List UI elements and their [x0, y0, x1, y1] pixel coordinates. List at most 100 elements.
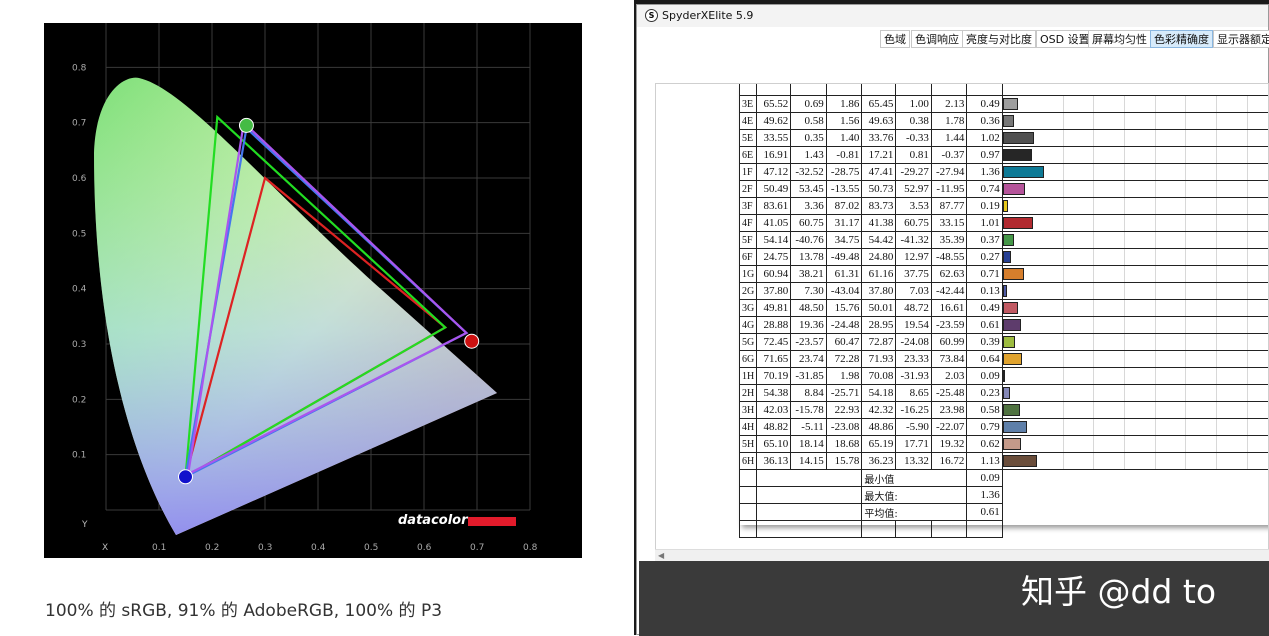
- scroll-left-icon[interactable]: ◀: [658, 551, 664, 560]
- reference-value: 42.03: [756, 401, 792, 419]
- measured-value: 83.73: [861, 197, 897, 215]
- bar-gridline: [1123, 385, 1125, 401]
- y-axis-label: Y: [81, 520, 88, 530]
- reference-value: 15.76: [825, 299, 863, 317]
- bar-gridline: [1154, 164, 1156, 180]
- delta-e-bar-cell: [1001, 418, 1268, 436]
- tab-brightness-contrast[interactable]: 亮度与对比度: [962, 30, 1036, 48]
- measured-value: 1.44: [930, 129, 968, 147]
- bar-gridline: [1123, 249, 1125, 265]
- delta-e-bar: [1002, 319, 1022, 331]
- bar-gridline: [1215, 419, 1217, 435]
- measured-value: 62.63: [930, 265, 968, 283]
- bar-gridline: [1215, 215, 1217, 231]
- bar-gridline: [1154, 147, 1156, 163]
- tab-uniformity[interactable]: 屏幕均匀性: [1088, 30, 1151, 48]
- blank-cell: [930, 520, 968, 538]
- bar-gridline: [1123, 113, 1125, 129]
- blank-cell: [1002, 504, 1268, 521]
- primary-marker: [464, 333, 480, 349]
- delta-e-value: 0.13: [966, 282, 1003, 300]
- bar-gridline: [1215, 147, 1217, 163]
- measured-value: -48.55: [930, 248, 968, 266]
- patch-code: 3G: [738, 299, 758, 317]
- tab-osd-settings[interactable]: OSD 设置: [1036, 30, 1094, 48]
- tab-tone-response[interactable]: 色调响应: [911, 30, 963, 48]
- summary-label: 最大值:: [861, 486, 968, 504]
- measured-value: 2.13: [930, 95, 968, 113]
- measured-value: 2.03: [930, 367, 968, 385]
- measured-value: 1.00: [895, 95, 932, 113]
- reference-value: 47.12: [756, 163, 792, 181]
- delta-e-bar-cell: [1001, 112, 1268, 130]
- table-row: 4G 28.88 19.36 -24.48 28.95 19.54 -23.59 0.61: [738, 316, 1268, 334]
- reference-value: 37.80: [756, 282, 792, 300]
- bar-gridline: [1184, 266, 1186, 282]
- bar-gridline: [1215, 181, 1217, 197]
- reference-value: -23.08: [825, 418, 863, 436]
- measured-value: 70.08: [861, 367, 897, 385]
- bar-gridline: [1062, 419, 1064, 435]
- patch-code: 6G: [738, 350, 758, 368]
- reference-value: 38.21: [790, 265, 827, 283]
- bar-gridline: [1123, 215, 1125, 231]
- reference-value: 61.31: [825, 265, 863, 283]
- bar-gridline: [1246, 164, 1248, 180]
- bar-gridline: [1154, 283, 1156, 299]
- bar-gridline: [1246, 130, 1248, 146]
- bar-gridline: [1184, 147, 1186, 163]
- bar-gridline: [1215, 232, 1217, 248]
- summary-value: 1.36: [966, 486, 1003, 504]
- y-tick-label: 0.2: [72, 395, 86, 405]
- tab-monitor-rating[interactable]: 显示器额定: [1213, 30, 1269, 48]
- measured-value: 52.97: [895, 180, 932, 198]
- reference-value: 19.36: [790, 316, 827, 334]
- delta-e-bar: [1002, 336, 1015, 348]
- measured-value: 0.81: [895, 146, 932, 164]
- delta-e-value: 0.71: [966, 265, 1003, 283]
- bar-gridline: [1123, 334, 1125, 350]
- reference-value: 53.45: [790, 180, 827, 198]
- table-row: 3G 49.81 48.50 15.76 50.01 48.72 16.61 0.49: [738, 299, 1268, 317]
- tab-gamut[interactable]: 色域: [880, 30, 910, 48]
- datacolor-logo-text: datacolor: [398, 513, 469, 528]
- delta-e-bar-cell: [1001, 384, 1268, 402]
- reference-value: -28.75: [825, 163, 863, 181]
- delta-e-bar-cell: [1001, 231, 1268, 249]
- bar-gridline: [1215, 385, 1217, 401]
- summary-row: 最小值 0.09: [738, 469, 1269, 487]
- bar-gridline: [1092, 317, 1094, 333]
- bar-gridline: [1154, 419, 1156, 435]
- bar-gridline: [1184, 453, 1186, 469]
- table-row: 2H 54.38 8.84 -25.71 54.18 8.65 -25.48 0.23: [738, 384, 1268, 402]
- delta-e-bar: [1002, 285, 1007, 297]
- measured-value: -42.44: [930, 282, 968, 300]
- reference-value: 1.98: [825, 367, 863, 385]
- bar-gridline: [1215, 266, 1217, 282]
- measured-value: 7.03: [895, 282, 932, 300]
- bar-gridline: [1215, 436, 1217, 452]
- reference-value: -13.55: [825, 180, 863, 198]
- patch-code: 4H: [738, 418, 758, 436]
- delta-e-bar-cell: [1001, 299, 1268, 317]
- measured-value: -5.90: [895, 418, 932, 436]
- bar-gridline: [1184, 351, 1186, 367]
- delta-e-bar: [1002, 353, 1023, 365]
- patch-code: 6E: [738, 146, 758, 164]
- reference-value: 24.75: [756, 248, 792, 266]
- reference-value: 7.30: [790, 282, 827, 300]
- reference-value: 0.69: [790, 95, 827, 113]
- bar-gridline: [1062, 351, 1064, 367]
- bar-gridline: [1246, 351, 1248, 367]
- bar-gridline: [1123, 147, 1125, 163]
- tab-color-accuracy[interactable]: 色彩精确度: [1150, 30, 1213, 48]
- bar-gridline: [1154, 130, 1156, 146]
- blank-cell: [738, 486, 758, 504]
- delta-e-bar-cell: [1001, 282, 1268, 300]
- x-axis-label: X: [102, 543, 108, 553]
- summary-value: 0.61: [966, 503, 1003, 521]
- reference-value: -31.85: [790, 367, 827, 385]
- reference-value: 71.65: [756, 350, 792, 368]
- reference-value: -23.57: [790, 333, 827, 351]
- blank-cell: [756, 486, 863, 504]
